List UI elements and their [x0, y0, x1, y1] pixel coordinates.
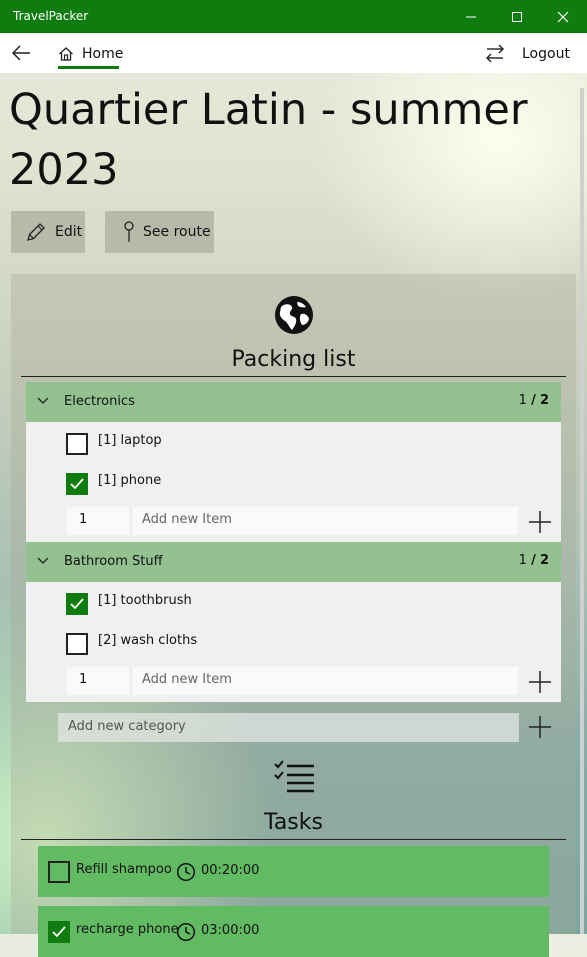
category-count: 1 / 2	[518, 393, 549, 408]
see-route-button-label: See route	[143, 224, 211, 240]
task-name: Refill shampoo	[76, 862, 172, 877]
tasks-divider	[21, 839, 566, 840]
edit-button[interactable]: Edit	[11, 211, 85, 253]
category-name: Electronics	[64, 394, 135, 409]
new-category-input[interactable]: Add new category	[58, 713, 519, 742]
packing-list-divider	[21, 376, 566, 377]
minimize-icon	[466, 16, 476, 17]
logout-button[interactable]: Logout	[522, 46, 570, 62]
close-icon	[557, 11, 569, 22]
checklist-icon	[274, 760, 314, 793]
close-button[interactable]	[540, 0, 586, 33]
check-icon	[52, 926, 66, 938]
task-duration: 00:20:00	[201, 863, 260, 878]
item-label: [1] phone	[98, 473, 162, 488]
item-label: [1] toothbrush	[98, 593, 192, 608]
chevron-down-icon	[37, 557, 49, 564]
scrollbar[interactable]	[580, 88, 584, 934]
new-item-quantity-input[interactable]: 1	[67, 507, 129, 535]
switch-icon	[486, 44, 504, 63]
task-row[interactable]: Refill shampoo 00:20:00	[38, 846, 549, 897]
home-tab[interactable]: Home	[58, 39, 123, 69]
globe-icon	[275, 296, 313, 334]
home-tab-label: Home	[82, 46, 124, 62]
home-tab-indicator	[58, 66, 119, 69]
clock-icon	[176, 922, 196, 942]
category-name: Bathroom Stuff	[64, 554, 163, 569]
task-row[interactable]: recharge phone 03:00:00	[38, 906, 549, 957]
check-icon	[70, 478, 84, 490]
category-header-bathroom[interactable]: Bathroom Stuff 1 / 2	[26, 542, 561, 582]
category-count: 1 / 2	[518, 553, 549, 568]
list-item[interactable]: [1] toothbrush	[26, 582, 561, 622]
new-item-quantity-input[interactable]: 1	[67, 667, 129, 695]
maximize-icon	[512, 11, 522, 22]
plus-icon[interactable]	[527, 669, 553, 695]
plus-icon[interactable]	[527, 509, 553, 535]
task-name: recharge phone	[76, 922, 179, 937]
check-icon	[70, 598, 84, 610]
clock-icon	[176, 862, 196, 882]
home-icon	[59, 47, 73, 61]
back-button[interactable]	[8, 39, 36, 67]
app-title: TravelPacker	[13, 9, 89, 23]
list-item[interactable]: [1] laptop	[26, 422, 561, 462]
item-label: [1] laptop	[98, 433, 162, 448]
back-arrow-icon	[11, 45, 30, 61]
item-checkbox[interactable]	[66, 633, 88, 655]
see-route-button[interactable]: See route	[105, 211, 214, 253]
page-title: Quartier Latin - summer 2023	[9, 85, 528, 195]
maximize-button[interactable]	[494, 0, 540, 33]
category-body-electronics: [1] laptop [1] phone 1 Add new Item	[26, 422, 561, 542]
title-bar: TravelPacker	[0, 0, 587, 33]
new-item-input[interactable]: Add new Item	[133, 507, 518, 535]
packing-list-title: Packing list	[231, 347, 356, 372]
task-checkbox[interactable]	[48, 921, 70, 943]
task-duration: 03:00:00	[201, 923, 260, 938]
list-item[interactable]: [2] wash cloths	[26, 622, 561, 662]
new-item-input[interactable]: Add new Item	[133, 667, 518, 695]
pencil-icon	[27, 223, 45, 241]
list-item[interactable]: [1] phone	[26, 462, 561, 502]
item-checkbox[interactable]	[66, 593, 88, 615]
switch-button[interactable]	[483, 43, 507, 65]
item-checkbox[interactable]	[66, 433, 88, 455]
plus-icon[interactable]	[527, 714, 553, 740]
category-body-bathroom: [1] toothbrush [2] wash cloths 1 Add new…	[26, 582, 561, 702]
tasks-title: Tasks	[264, 810, 323, 835]
item-label: [2] wash cloths	[98, 633, 198, 648]
minimize-button[interactable]	[448, 0, 494, 33]
item-checkbox[interactable]	[66, 473, 88, 495]
edit-button-label: Edit	[55, 224, 83, 240]
task-checkbox[interactable]	[48, 861, 70, 883]
category-header-electronics[interactable]: Electronics 1 / 2	[26, 382, 561, 422]
pin-icon	[124, 221, 134, 242]
chevron-down-icon	[37, 397, 49, 404]
